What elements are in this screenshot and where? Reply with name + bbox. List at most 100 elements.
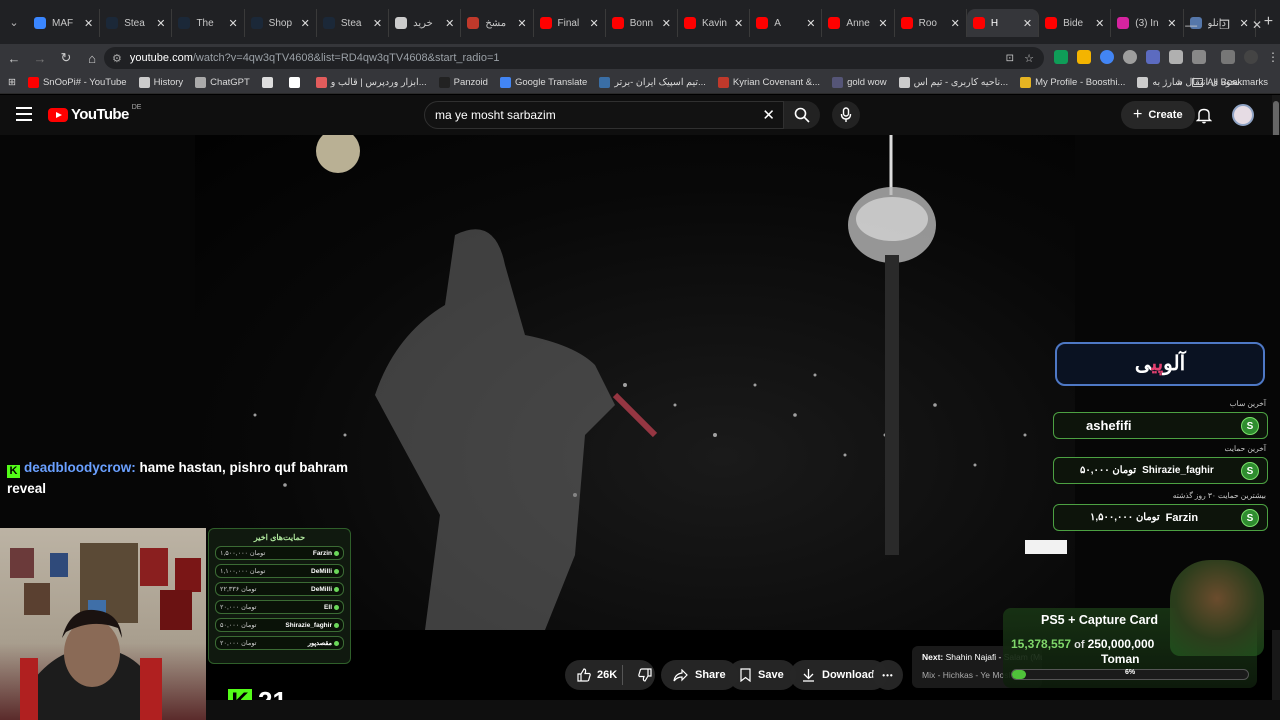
tab-search-chevron-icon[interactable]: ⌄ xyxy=(0,16,28,29)
minimize-icon[interactable]: — xyxy=(1185,18,1197,32)
bookmark-item[interactable]: My Profile - Boosthi... xyxy=(1020,77,1125,88)
bookmark-item[interactable]: تیم اسپیک ایران -برتر... xyxy=(599,77,706,88)
streamlabs-badge-icon: S xyxy=(1241,509,1259,527)
tab-close-icon[interactable]: ✕ xyxy=(590,17,599,30)
tab-close-icon[interactable]: ✕ xyxy=(228,17,237,30)
notifications-bell-icon[interactable] xyxy=(1196,107,1212,124)
browser-tab[interactable]: The ✕ xyxy=(172,9,245,37)
browser-tab[interactable]: Bide ✕ xyxy=(1039,9,1112,37)
apps-grid-icon[interactable]: ⊞ xyxy=(8,77,16,88)
bookmark-item[interactable]: Panzoid xyxy=(438,77,488,88)
browser-tab[interactable]: Anne ✕ xyxy=(822,9,895,37)
browser-tab[interactable]: H ✕ xyxy=(966,9,1040,37)
extension-icon[interactable] xyxy=(1054,50,1068,64)
share-button[interactable]: Share xyxy=(661,660,738,690)
extension-icon[interactable] xyxy=(1169,50,1183,64)
alopay-suffix: ی xyxy=(1134,353,1152,375)
forward-arrow-icon[interactable]: → xyxy=(28,51,52,66)
bookmark-item[interactable]: ابزار وردپرس | قالب و... xyxy=(315,77,427,88)
tab-close-icon[interactable]: ✕ xyxy=(662,17,671,30)
tab-close-icon[interactable]: ✕ xyxy=(301,17,310,30)
browser-tab[interactable]: MAF ✕ xyxy=(28,9,101,37)
hamburger-menu-icon[interactable] xyxy=(16,107,32,125)
tab-close-icon[interactable]: ✕ xyxy=(806,17,815,30)
bookmark-item[interactable]: SnOoPi# - YouTube xyxy=(27,77,127,88)
browser-menu-icon[interactable]: ⋮ xyxy=(1267,50,1279,64)
install-app-icon[interactable]: ⊡ xyxy=(1006,53,1014,64)
search-button[interactable] xyxy=(784,101,820,129)
voice-search-button[interactable] xyxy=(832,101,860,129)
reload-icon[interactable]: ↻ xyxy=(54,50,78,66)
profile-icon[interactable] xyxy=(1244,50,1258,64)
tab-close-icon[interactable]: ✕ xyxy=(1023,17,1032,30)
browser-tab[interactable]: مشخ ✕ xyxy=(461,9,534,37)
bookmark-item[interactable]: History xyxy=(138,77,184,88)
restore-icon[interactable]: ❐ xyxy=(1219,18,1230,32)
green-dot-icon xyxy=(334,604,339,610)
browser-tab[interactable]: خرید ✕ xyxy=(389,9,462,37)
tab-close-icon[interactable]: ✕ xyxy=(156,17,165,30)
alopay-pi-text: پی xyxy=(1151,353,1164,375)
bookmark-item[interactable]: gold wow xyxy=(832,77,887,88)
more-bookmarks-icon[interactable]: » xyxy=(1177,77,1182,88)
like-button[interactable]: 26K xyxy=(565,665,623,685)
recent-support-name: مقصدپور xyxy=(307,640,332,647)
create-button[interactable]: + Create xyxy=(1121,101,1195,129)
recent-support-amount: ۵۰,۰۰۰ تومان xyxy=(220,622,257,629)
tab-close-icon[interactable]: ✕ xyxy=(517,17,526,30)
tab-close-icon[interactable]: ✕ xyxy=(878,17,887,30)
bookmark-icon xyxy=(740,668,751,682)
tab-close-icon[interactable]: ✕ xyxy=(1095,17,1104,30)
green-dot-icon xyxy=(334,640,339,646)
site-info-icon[interactable]: ⚙ xyxy=(112,52,122,65)
more-actions-button[interactable]: ••• xyxy=(873,660,903,690)
bookmark-item[interactable] xyxy=(261,77,277,88)
bookmark-label: History xyxy=(153,77,184,88)
tab-favicon-icon xyxy=(250,17,263,29)
tab-close-icon[interactable]: ✕ xyxy=(84,17,93,30)
media-controls-icon[interactable] xyxy=(1221,50,1235,64)
browser-tab[interactable]: A ✕ xyxy=(750,9,823,37)
bookmark-star-icon[interactable]: ☆ xyxy=(1024,52,1034,65)
tab-close-icon[interactable]: ✕ xyxy=(373,17,382,30)
puzzle-extensions-icon[interactable] xyxy=(1192,50,1206,64)
address-bar[interactable]: ⚙ youtube.com/watch?v=4qw3qTV4608&list=R… xyxy=(104,47,1044,69)
recent-support-amount: ۱,۱۰۰,۰۰۰ تومان xyxy=(220,568,266,575)
close-window-icon[interactable]: ✕ xyxy=(1252,18,1262,32)
browser-tab[interactable]: Stea ✕ xyxy=(100,9,173,37)
clear-search-icon[interactable]: ✕ xyxy=(762,106,775,124)
browser-tab[interactable]: Roo ✕ xyxy=(895,9,967,37)
save-button[interactable]: Save xyxy=(728,660,796,690)
bookmark-item[interactable] xyxy=(288,77,304,88)
tab-title: Bide xyxy=(1063,17,1084,29)
dislike-button[interactable] xyxy=(630,668,652,682)
tab-title: H xyxy=(990,17,999,29)
tab-close-icon[interactable]: ✕ xyxy=(734,17,743,30)
kick-logo-icon: K xyxy=(7,465,20,478)
bookmark-item[interactable]: Kyrian Covenant &... xyxy=(717,77,820,88)
search-input[interactable]: ma ye mosht sarbazim ✕ xyxy=(424,101,784,129)
account-avatar[interactable] xyxy=(1232,104,1254,126)
tab-close-icon[interactable]: ✕ xyxy=(951,17,960,30)
tab-close-icon[interactable]: ✕ xyxy=(445,17,454,30)
bookmark-item[interactable]: ChatGPT xyxy=(195,77,250,88)
back-arrow-icon[interactable]: ← xyxy=(2,51,26,66)
tab-close-icon[interactable]: ✕ xyxy=(1167,17,1176,30)
tab-favicon-icon xyxy=(322,17,335,29)
bookmark-item[interactable]: Google Translate xyxy=(499,77,587,88)
bookmark-item[interactable]: ناحیه کاربری - تیم اس... xyxy=(898,77,1008,88)
extension-icon[interactable] xyxy=(1146,50,1160,64)
extension-icon[interactable] xyxy=(1100,50,1114,64)
all-bookmarks-button[interactable]: All Bookmarks xyxy=(1192,77,1268,88)
home-icon[interactable]: ⌂ xyxy=(80,51,104,66)
extension-icon[interactable] xyxy=(1077,50,1091,64)
browser-tab[interactable]: Bonn ✕ xyxy=(606,9,678,37)
browser-tab[interactable]: Shop ✕ xyxy=(245,9,317,37)
browser-tab[interactable]: Stea ✕ xyxy=(317,9,390,37)
browser-tab[interactable]: (3) In ✕ xyxy=(1111,9,1184,37)
youtube-logo[interactable]: YouTube DE xyxy=(48,104,141,123)
browser-tab[interactable]: Kavin ✕ xyxy=(678,9,751,37)
browser-tab[interactable]: Final ✕ xyxy=(534,9,606,37)
extension-icon[interactable] xyxy=(1123,50,1137,64)
bookmark-favicon-icon xyxy=(1137,77,1149,88)
